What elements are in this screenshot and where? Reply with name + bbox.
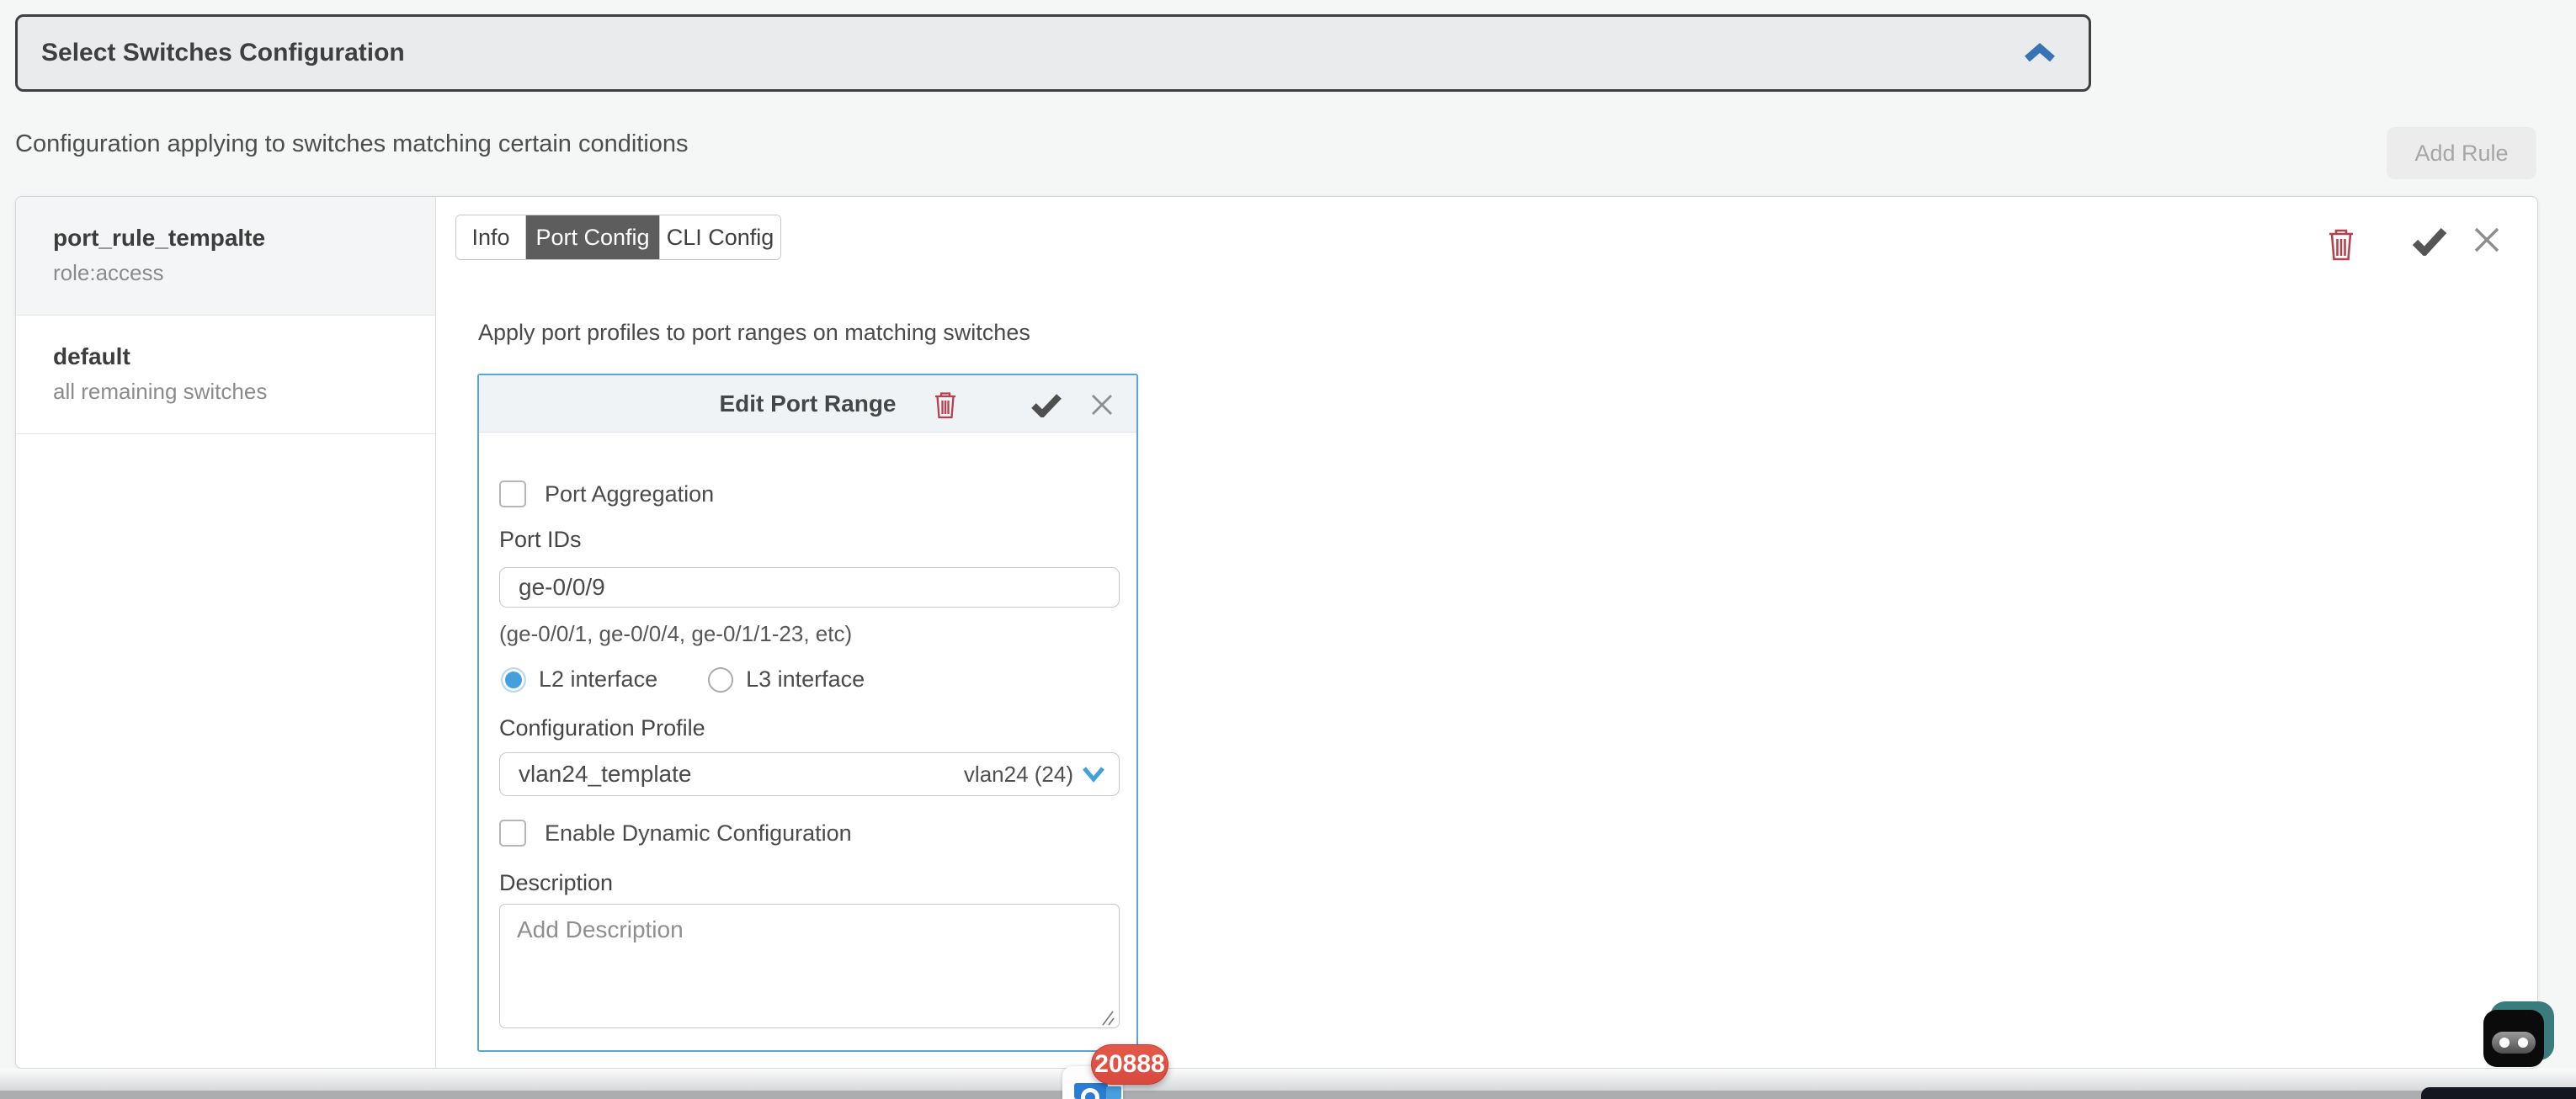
tab-port-config[interactable]: Port Config bbox=[526, 215, 660, 259]
rules-list: port_rule_tempalte role:access default a… bbox=[16, 197, 436, 1068]
switch-rules-card: port_rule_tempalte role:access default a… bbox=[15, 196, 2538, 1069]
delete-rule-trash-icon[interactable] bbox=[2326, 226, 2356, 263]
edit-port-range-header: Edit Port Range bbox=[479, 375, 1136, 433]
robot-badge-icon[interactable] bbox=[2483, 1001, 2554, 1069]
chevron-down-icon bbox=[1082, 766, 1105, 783]
port-aggregation-checkbox[interactable] bbox=[499, 480, 526, 507]
rule-condition: all remaining switches bbox=[53, 379, 418, 405]
apply-port-profiles-text: Apply port profiles to port ranges on ma… bbox=[478, 320, 1030, 346]
l2-interface-radio[interactable] bbox=[501, 667, 526, 693]
tab-info[interactable]: Info bbox=[456, 215, 526, 259]
port-aggregation-label: Port Aggregation bbox=[545, 481, 714, 507]
robot-face bbox=[2483, 1010, 2544, 1067]
port-ids-hint: (ge-0/0/1, ge-0/0/4, ge-0/1/1-23, etc) bbox=[499, 621, 852, 647]
accordion-title: Select Switches Configuration bbox=[41, 39, 405, 67]
robot-visor bbox=[2492, 1032, 2536, 1054]
confirm-rule-check-icon[interactable] bbox=[2412, 226, 2447, 256]
delete-port-range-trash-icon[interactable] bbox=[933, 390, 958, 420]
chevron-up-icon[interactable] bbox=[2023, 41, 2057, 65]
rule-actions bbox=[2304, 226, 2506, 264]
add-rule-button[interactable]: Add Rule bbox=[2387, 127, 2536, 179]
rule-item-default[interactable]: default all remaining switches bbox=[16, 316, 435, 434]
confirm-port-range-check-icon[interactable] bbox=[1031, 392, 1062, 417]
cancel-rule-close-icon[interactable] bbox=[2472, 226, 2501, 254]
enable-dynamic-row: Enable Dynamic Configuration bbox=[499, 820, 852, 847]
l3-interface-label: L3 interface bbox=[746, 666, 865, 693]
cancel-port-range-close-icon[interactable] bbox=[1090, 393, 1114, 417]
notification-badge: 20888 bbox=[1091, 1044, 1168, 1085]
port-ids-input[interactable] bbox=[499, 567, 1120, 608]
port-ids-label: Port IDs bbox=[499, 527, 582, 553]
rule-name: port_rule_tempalte bbox=[53, 225, 418, 252]
rule-editor-tabs: Info Port Config CLI Config bbox=[455, 215, 781, 260]
description-textarea[interactable] bbox=[499, 904, 1120, 1028]
port-aggregation-row: Port Aggregation bbox=[499, 480, 714, 507]
page-subtitle: Configuration applying to switches match… bbox=[15, 130, 689, 158]
l2-interface-label: L2 interface bbox=[539, 666, 657, 693]
rule-condition: role:access bbox=[53, 260, 418, 286]
robot-eye-right bbox=[2518, 1038, 2528, 1048]
desktop-dock-strip bbox=[0, 1069, 2576, 1091]
enable-dynamic-configuration-checkbox[interactable] bbox=[499, 820, 526, 847]
configuration-profile-detail: vlan24 (24) bbox=[964, 762, 1073, 788]
interface-type-radio-group: L2 interface L3 interface bbox=[501, 666, 865, 693]
edit-port-range-panel: Edit Port Range bbox=[477, 374, 1138, 1052]
rule-name: default bbox=[53, 343, 418, 370]
configuration-profile-label: Configuration Profile bbox=[499, 715, 705, 741]
configuration-profile-value: vlan24_template bbox=[519, 761, 691, 788]
enable-dynamic-configuration-label: Enable Dynamic Configuration bbox=[545, 820, 852, 847]
robot-eye-left bbox=[2499, 1038, 2509, 1048]
l3-interface-radio[interactable] bbox=[708, 667, 733, 693]
tab-cli-config[interactable]: CLI Config bbox=[660, 215, 780, 259]
rule-item-port-rule-template[interactable]: port_rule_tempalte role:access bbox=[16, 197, 435, 316]
switches-configuration-accordion[interactable]: Select Switches Configuration bbox=[15, 14, 2091, 92]
configuration-profile-select[interactable]: vlan24_template vlan24 (24) bbox=[499, 752, 1120, 796]
desktop-dock-band bbox=[0, 1091, 2576, 1099]
background-window-edge bbox=[2421, 1087, 2576, 1099]
outlook-logo-band bbox=[1106, 1086, 1121, 1099]
description-label: Description bbox=[499, 870, 613, 896]
